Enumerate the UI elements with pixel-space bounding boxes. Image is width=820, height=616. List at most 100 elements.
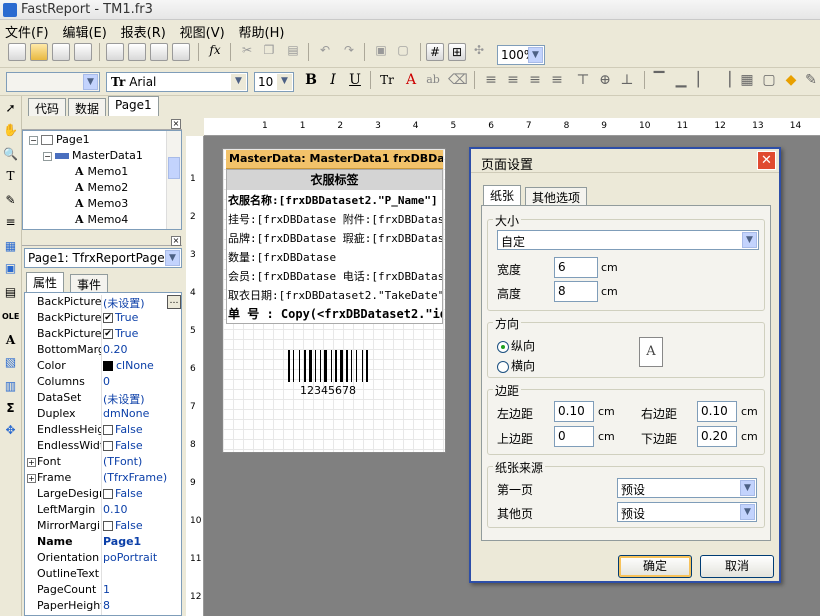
- checkbox-icon[interactable]: ✔: [103, 313, 113, 323]
- align-grid-icon[interactable]: ⊞: [448, 43, 466, 61]
- font-settings-icon[interactable]: Tr: [378, 71, 396, 89]
- frame-bottom-icon[interactable]: ▁: [672, 71, 690, 89]
- portrait-radio[interactable]: 纵向: [497, 337, 535, 354]
- property-row[interactable]: Duplex dmNone: [25, 407, 181, 423]
- preview-icon[interactable]: [74, 43, 92, 61]
- frame-none-icon[interactable]: ▢: [760, 71, 778, 89]
- rich-text-tool-icon[interactable]: A: [2, 332, 19, 349]
- property-value[interactable]: poPortrait: [103, 551, 157, 564]
- property-value[interactable]: False: [103, 439, 143, 452]
- property-row[interactable]: PageCount 1: [25, 583, 181, 599]
- tab-page1[interactable]: Page1: [108, 96, 159, 116]
- frame-left-icon[interactable]: ▏: [694, 71, 712, 89]
- valign-top-icon[interactable]: ⊤: [574, 71, 592, 89]
- band-insert-icon[interactable]: ≡: [2, 214, 19, 231]
- barcode-image[interactable]: [288, 350, 368, 382]
- new-icon[interactable]: [8, 43, 26, 61]
- copy-icon[interactable]: ❐: [260, 43, 278, 61]
- property-row[interactable]: Name Page1: [25, 535, 181, 551]
- save-icon[interactable]: [52, 43, 70, 61]
- tree-node-memo1[interactable]: A Memo1: [75, 165, 128, 178]
- paper-size-select[interactable]: 自定 ▼: [497, 230, 759, 250]
- property-row[interactable]: Orientation poPortrait: [25, 551, 181, 567]
- property-row[interactable]: BackPicturePr✔True: [25, 311, 181, 327]
- open-icon[interactable]: [30, 43, 48, 61]
- property-value[interactable]: 8: [103, 599, 110, 612]
- width-field[interactable]: 6: [554, 257, 598, 278]
- ole-tool-icon[interactable]: OLE: [2, 308, 19, 325]
- redo-icon[interactable]: ↷: [340, 43, 358, 61]
- cancel-button[interactable]: 取消: [700, 555, 774, 578]
- checkbox-icon[interactable]: [103, 425, 113, 435]
- property-row[interactable]: LeftMargin 0.10: [25, 503, 181, 519]
- italic-button[interactable]: I: [324, 71, 342, 89]
- property-row[interactable]: LargeDesignH False: [25, 487, 181, 503]
- memo-member-phone[interactable]: 会员:[frxDBDatase 电话:[frxDBDatase: [228, 268, 442, 284]
- tab-properties[interactable]: 属性: [26, 272, 65, 292]
- bottom-margin-field[interactable]: 0.20: [697, 426, 737, 447]
- tree-scrollbar[interactable]: [166, 131, 181, 229]
- property-row[interactable]: + Frame (TfrxFrame): [25, 471, 181, 487]
- property-value[interactable]: False: [103, 423, 143, 436]
- group-icon[interactable]: ▣: [372, 43, 390, 61]
- property-row[interactable]: MirrorMargins False: [25, 519, 181, 535]
- ungroup-icon[interactable]: ▢: [394, 43, 412, 61]
- format-painter-icon[interactable]: ✎: [2, 192, 19, 209]
- checkbox-icon[interactable]: [103, 521, 113, 531]
- height-field[interactable]: 8: [554, 281, 598, 302]
- new-dialog-icon[interactable]: [150, 43, 168, 61]
- property-row[interactable]: DataSet (未设置): [25, 391, 181, 407]
- style-combo[interactable]: ▼: [6, 72, 100, 92]
- masterdata-band[interactable]: 衣服标签 衣服名称:[frxDBDataset2."P_Name"] 挂号:[f…: [226, 169, 443, 324]
- cross-tool-icon[interactable]: ✥: [2, 422, 19, 439]
- expand-icon[interactable]: +: [27, 458, 36, 467]
- memo-name[interactable]: 衣服名称:[frxDBDataset2."P_Name"]: [228, 192, 438, 208]
- property-value[interactable]: False: [103, 519, 143, 532]
- left-margin-field[interactable]: 0.10: [554, 401, 594, 422]
- barcode-tool-icon[interactable]: ▥: [2, 378, 19, 395]
- tab-events[interactable]: 事件: [70, 274, 109, 292]
- bold-button[interactable]: B: [302, 71, 320, 89]
- close-icon[interactable]: ✕: [757, 151, 776, 170]
- landscape-radio[interactable]: 横向: [497, 357, 535, 374]
- property-value[interactable]: (TfrxFrame): [103, 471, 167, 484]
- fit-grid-icon[interactable]: ✣: [470, 43, 488, 61]
- show-grid-icon[interactable]: #: [426, 43, 444, 61]
- property-value[interactable]: 1: [103, 583, 110, 596]
- property-value[interactable]: dmNone: [103, 407, 149, 420]
- property-row[interactable]: OutlineText: [25, 567, 181, 583]
- property-row[interactable]: BottomMargin0.20: [25, 343, 181, 359]
- font-color-icon[interactable]: A: [402, 71, 420, 89]
- frame-top-icon[interactable]: ▔: [650, 71, 668, 89]
- property-value[interactable]: (TFont): [103, 455, 142, 468]
- top-margin-field[interactable]: 0: [554, 426, 594, 447]
- close-icon[interactable]: ×: [171, 119, 181, 129]
- property-value[interactable]: (未设置): [103, 295, 145, 311]
- property-row[interactable]: + Font (TFont): [25, 455, 181, 471]
- property-value[interactable]: ✔ True: [103, 327, 138, 340]
- tab-data[interactable]: 数据: [68, 98, 107, 116]
- tree-node-page1[interactable]: − Page1: [29, 133, 90, 146]
- highlight-icon[interactable]: ab: [424, 71, 442, 89]
- zoom-tool-icon[interactable]: 🔍: [2, 146, 19, 163]
- ellipsis-button[interactable]: …: [167, 295, 181, 309]
- frame-right-icon[interactable]: ▕: [716, 71, 734, 89]
- checkbox-icon[interactable]: [103, 489, 113, 499]
- property-row[interactable]: BackPicture (未设置)…: [25, 295, 181, 311]
- align-left-icon[interactable]: ≡: [482, 71, 500, 89]
- frame-color-icon[interactable]: ✎: [802, 71, 820, 89]
- label-title[interactable]: 衣服标签: [227, 170, 442, 190]
- memo-take-date[interactable]: 取衣日期:[frxDBDataset2."TakeDate"]: [228, 287, 442, 303]
- property-row[interactable]: Columns 0: [25, 375, 181, 391]
- align-justify-icon[interactable]: ≡: [548, 71, 566, 89]
- object-combo[interactable]: Page1: TfrxReportPage ▼: [24, 248, 182, 268]
- fill-color-icon[interactable]: ◆: [782, 71, 800, 89]
- cut-icon[interactable]: ✂: [238, 43, 256, 61]
- valign-bottom-icon[interactable]: ⊥: [618, 71, 636, 89]
- expand-icon[interactable]: +: [27, 474, 36, 483]
- select-tool-icon[interactable]: ➚: [2, 100, 19, 117]
- sum-tool-icon[interactable]: Σ: [2, 400, 19, 417]
- picture-tool-icon[interactable]: ▣: [2, 260, 19, 277]
- memo-order-id[interactable]: 单 号 : Copy(<frxDBDataset2."id">: [228, 305, 442, 322]
- subreport-tool-icon[interactable]: ▤: [2, 284, 19, 301]
